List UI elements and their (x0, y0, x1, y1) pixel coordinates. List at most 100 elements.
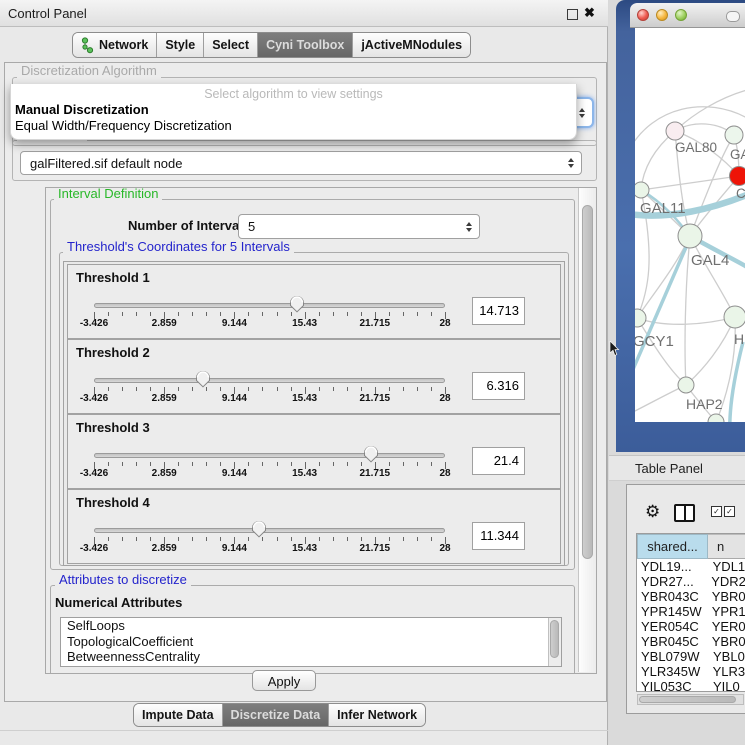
attributes-list-scroll-thumb[interactable] (550, 620, 559, 658)
node-top-right[interactable] (725, 126, 743, 144)
slider-tick (361, 312, 362, 316)
node-gal11[interactable] (635, 182, 649, 198)
slider-tick-label: 15.43 (282, 393, 328, 404)
slider-tick (431, 537, 432, 541)
close-icon[interactable]: ✖ (584, 5, 595, 21)
table-row[interactable]: YPR145WYPR1 (637, 604, 745, 619)
tab-network[interactable]: Network (73, 33, 157, 57)
table-row[interactable]: YBR045CYBR0 (637, 634, 745, 649)
node-label: GAL4 (691, 252, 729, 269)
attribute-list-item[interactable]: BetweennessCentrality (61, 649, 561, 665)
threshold-value-field[interactable]: 14.713 (472, 297, 525, 325)
slider-tick (108, 387, 109, 391)
slider-track[interactable] (94, 528, 445, 533)
tab-select[interactable]: Select (204, 33, 258, 57)
mac-close-button[interactable] (637, 9, 649, 21)
node-right-h[interactable] (724, 306, 745, 328)
node-label: GAL80 (675, 140, 717, 155)
slider-tick-label: 21.715 (352, 393, 398, 404)
float-window-icon[interactable] (567, 9, 578, 20)
node-label: HAP2 (686, 396, 723, 412)
slider-tick (192, 537, 193, 541)
table-row[interactable]: YER054CYER0 (637, 619, 745, 634)
slider-thumb[interactable] (363, 445, 379, 463)
network-canvas[interactable]: GAL80GACGAL11GAL4GCY1HHAP2 (635, 28, 745, 422)
node-gal4[interactable] (678, 224, 702, 248)
number-of-intervals-label: Number of Intervals (128, 218, 250, 233)
screen: Control Panel ✖ NetworkStyleSelectCyni T… (0, 0, 745, 745)
mac-toolbar-pill-button[interactable] (726, 11, 740, 22)
tab-infer-network[interactable]: Infer Network (329, 704, 425, 726)
threshold-value-field[interactable]: 21.4 (472, 447, 525, 475)
slider-tick (347, 537, 348, 541)
node-hap2[interactable] (678, 377, 694, 393)
table-row[interactable]: YBR043CYBR0 (637, 589, 745, 604)
attribute-list-item[interactable]: SelfLoops (61, 618, 561, 634)
attributes-list-scrollbar[interactable] (548, 618, 561, 666)
table-horizontal-scrollbar[interactable] (637, 694, 744, 705)
settings-scroll-thumb[interactable] (582, 205, 593, 559)
network-window-titlebar (630, 3, 745, 28)
table-data-combobox[interactable]: galFiltered.sif default node (20, 151, 582, 175)
slider-tick (262, 462, 263, 466)
threshold-panel: Threshold 3-3.4262.8599.14415.4321.71528… (67, 414, 561, 489)
table-cell: YDR2 (708, 574, 745, 589)
tab-impute-data[interactable]: Impute Data (134, 704, 223, 726)
attribute-list-item[interactable]: TopologicalCoefficient (61, 634, 561, 650)
slider-track[interactable] (94, 453, 445, 458)
slider-track[interactable] (94, 378, 445, 383)
table-row[interactable]: YDR27...YDR2 (637, 574, 745, 589)
algorithm-option[interactable]: Manual Discretization (15, 102, 149, 117)
slider-tick-label: 2.859 (141, 543, 187, 554)
table-cell: YIL053C (637, 679, 710, 691)
table-row[interactable]: YBL079WYBL0 (637, 649, 745, 664)
table-column-header-name[interactable]: n (708, 534, 745, 559)
table-row[interactable]: YLR345WYLR3 (637, 664, 745, 679)
slider-tick (220, 312, 221, 316)
table-row[interactable]: YDL19...YDL1 (637, 559, 745, 574)
algorithm-option[interactable]: Equal Width/Frequency Discretization (15, 118, 232, 133)
tab-jactivemnodules[interactable]: jActiveMNodules (353, 33, 470, 57)
tab-cyni-toolbox[interactable]: Cyni Toolbox (258, 33, 353, 57)
mac-zoom-button[interactable] (675, 9, 687, 21)
tab-style[interactable]: Style (157, 33, 204, 57)
slider-track[interactable] (94, 303, 445, 308)
network-edge (635, 385, 686, 414)
checkbox-icon[interactable]: ✓ (724, 506, 735, 517)
discretization-algorithm-title: Discretization Algorithm (17, 63, 161, 78)
threshold-value-field[interactable]: 6.316 (472, 372, 525, 400)
slider-tick-label: 2.859 (141, 393, 187, 404)
mac-minimize-button[interactable] (656, 9, 668, 21)
slider-tick (220, 462, 221, 466)
slider-tick (277, 537, 278, 541)
table-row[interactable]: YIL053CYIL0 (637, 679, 745, 691)
tab-discretize-data[interactable]: Discretize Data (223, 704, 330, 726)
number-of-intervals-combobox[interactable]: 5 (238, 214, 480, 239)
network-edge (686, 317, 735, 385)
column-browser-icon[interactable] (674, 504, 695, 522)
node-gal80[interactable] (666, 122, 684, 140)
settings-vertical-scrollbar[interactable] (578, 188, 595, 672)
node-label: GAL11 (640, 200, 686, 217)
slider-tick (248, 537, 249, 541)
network-edge (637, 318, 686, 385)
slider-tick (206, 462, 207, 466)
threshold-value-field[interactable]: 11.344 (472, 522, 525, 550)
table-cell: YLR345W (637, 664, 710, 679)
node-attribute-table: shared... n YDL19...YDL1YDR27...YDR2YBR0… (636, 533, 745, 692)
network-icon (81, 37, 94, 54)
node-selected-red[interactable] (730, 167, 745, 186)
thresholds-group-title: Threshold's Coordinates for 5 Intervals (63, 239, 294, 254)
table-hscroll-thumb[interactable] (639, 696, 736, 703)
slider-tick (277, 462, 278, 466)
apply-button[interactable]: Apply (252, 670, 316, 691)
slider-tick-label: 21.715 (352, 318, 398, 329)
slider-thumb[interactable] (251, 520, 267, 538)
slider-thumb[interactable] (289, 295, 305, 313)
slider-tick (122, 387, 123, 391)
node-gcy1[interactable] (635, 309, 646, 327)
table-column-header-shared[interactable]: shared... (637, 534, 708, 559)
gear-icon[interactable]: ⚙ (645, 503, 660, 520)
slider-thumb[interactable] (195, 370, 211, 388)
checkbox-icon[interactable]: ✓ (711, 506, 722, 517)
